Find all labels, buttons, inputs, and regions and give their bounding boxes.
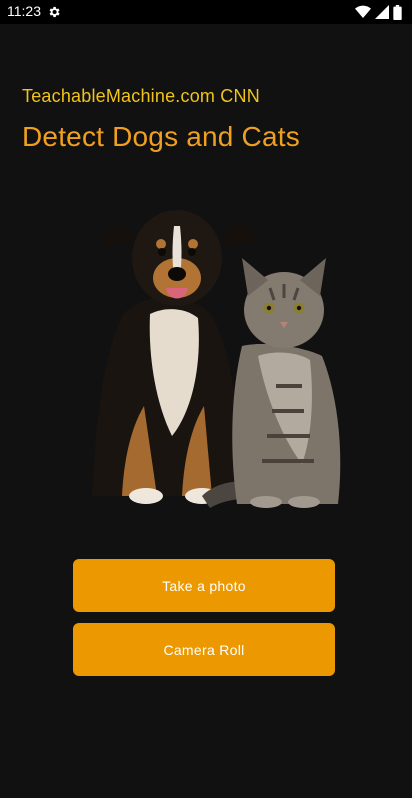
dog-and-cat-image — [92, 210, 341, 508]
camera-roll-button[interactable]: Camera Roll — [73, 623, 335, 676]
battery-icon — [393, 4, 402, 20]
page-title: Detect Dogs and Cats — [22, 121, 300, 152]
status-icons — [355, 4, 402, 20]
status-time: 11:23 — [7, 3, 41, 19]
gear-icon — [49, 6, 60, 18]
wifi-icon — [355, 5, 371, 19]
status-bar: 11:23 — [0, 0, 412, 24]
signal-icon — [375, 5, 389, 19]
app-subtitle: TeachableMachine.com CNN — [22, 86, 260, 106]
take-photo-button[interactable]: Take a photo — [73, 559, 335, 612]
